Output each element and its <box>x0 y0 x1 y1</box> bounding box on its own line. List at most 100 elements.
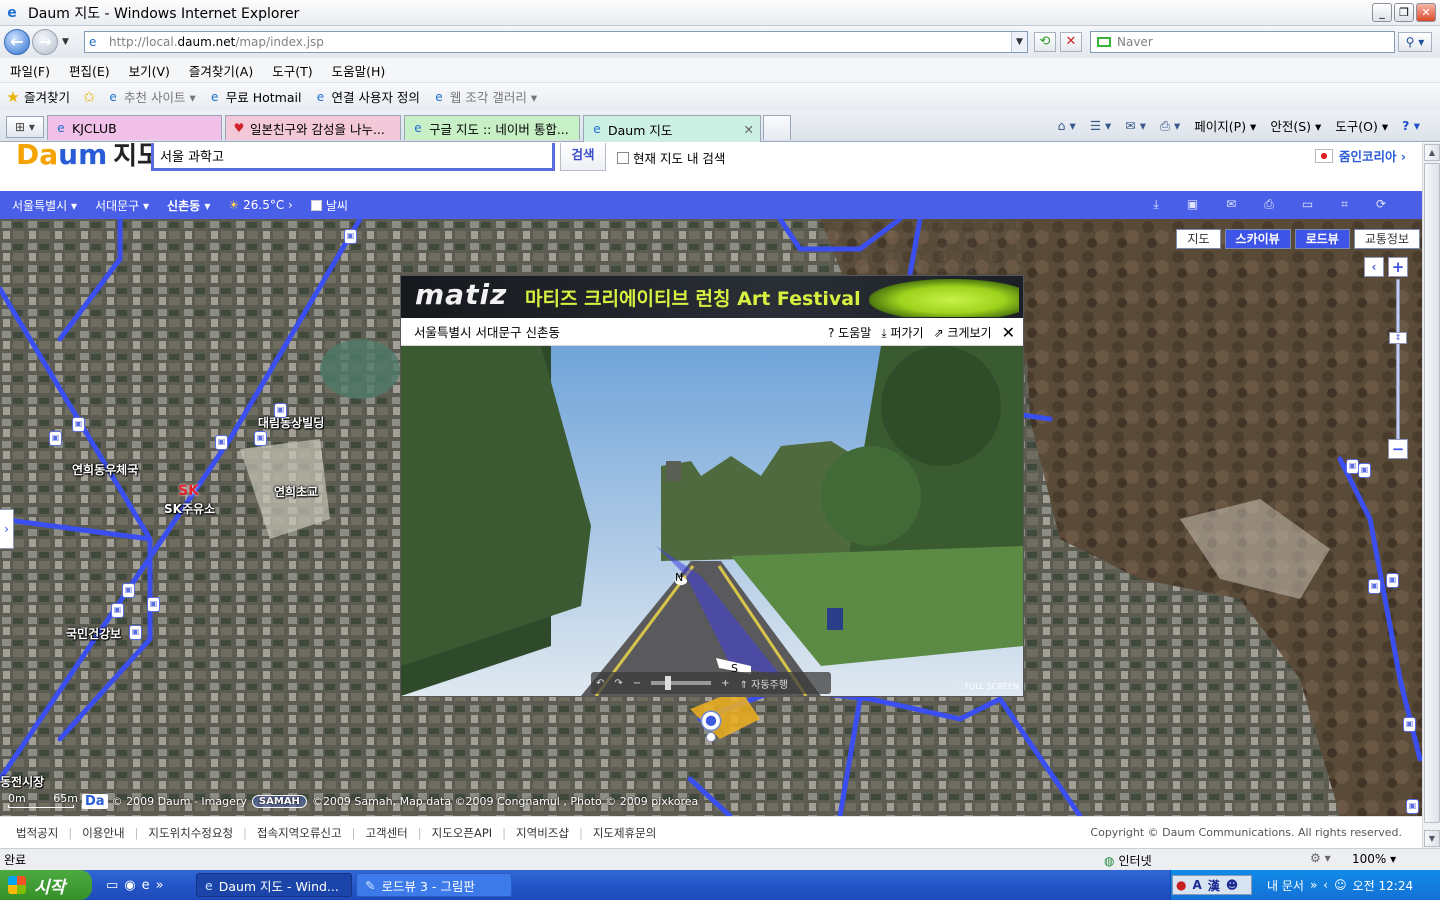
security-zone[interactable]: ◍ 인터넷 <box>1104 852 1152 869</box>
help-icon[interactable]: ? ▾ <box>1402 118 1420 133</box>
home-icon[interactable]: ⌂ ▾ <box>1058 118 1076 133</box>
bus-stop-icon[interactable]: ▣ <box>122 583 135 598</box>
bus-stop-icon[interactable]: ▣ <box>129 625 142 640</box>
bus-stop-icon[interactable]: ▣ <box>1386 573 1399 588</box>
more-icon[interactable]: » <box>156 878 164 893</box>
rotate-right-icon[interactable]: ↷ <box>614 678 622 689</box>
map-type-traffic[interactable]: 교통정보 <box>1353 229 1420 249</box>
address-dropdown-icon[interactable]: ▼ <box>1011 32 1027 52</box>
close-button[interactable]: ✕ <box>1416 3 1436 22</box>
poi-label[interactable]: 국민건강보 <box>66 625 121 642</box>
map-search-input[interactable]: 서울 과학고 <box>151 143 555 171</box>
print-icon[interactable]: ⎙ ▾ <box>1160 118 1180 134</box>
zoom-out-button[interactable]: − <box>1388 439 1408 459</box>
sk-logo-icon[interactable]: SK <box>178 483 199 499</box>
menu-help[interactable]: 도움말(H) <box>332 61 386 80</box>
tab-close-icon[interactable]: ✕ <box>744 122 754 137</box>
tab-daum-map[interactable]: e Daum 지도 ✕ <box>583 115 761 142</box>
bus-stop-icon[interactable]: ▣ <box>1368 579 1381 594</box>
ime-hanja-icon[interactable]: 漢 <box>1208 877 1220 894</box>
bus-stop-icon[interactable]: ▣ <box>147 597 160 612</box>
dong-select[interactable]: 신촌동 ▾ <box>167 197 210 214</box>
reset-icon[interactable]: ⟳ <box>1376 197 1386 212</box>
footer-link[interactable]: 지도제휴문의 <box>593 825 656 841</box>
roadview-zoom-slider[interactable] <box>651 676 712 690</box>
map-search-button[interactable]: 검색 <box>560 143 606 171</box>
map-type-skyview[interactable]: 스카이뷰 <box>1224 229 1291 249</box>
rotate-left-icon[interactable]: ↶ <box>596 678 604 689</box>
menu-view[interactable]: 보기(V) <box>129 61 170 80</box>
download-icon[interactable]: ⤓ <box>1154 197 1159 212</box>
save-icon[interactable]: ▣ <box>1187 197 1198 212</box>
fav-web-slice-gallery[interactable]: e 웹 조각 갤러리 ▾ <box>432 87 537 106</box>
fav-suggested-sites[interactable]: e 추천 사이트 ▾ <box>106 87 195 106</box>
back-button[interactable]: ← <box>4 29 30 55</box>
ie-launch-icon[interactable]: e <box>142 878 150 893</box>
tab-google-map[interactable]: e 구글 지도 :: 네이버 통합... <box>404 115 580 140</box>
media-icon[interactable]: ◉ <box>124 878 135 893</box>
tab-japanese-friend[interactable]: ♥ 일본친구와 감성을 나누... <box>225 115 401 140</box>
menu-edit[interactable]: 편집(E) <box>69 61 110 80</box>
fullscreen-button[interactable]: ⛶ FULL SCREEN <box>957 682 1019 692</box>
fav-hotmail[interactable]: e 무료 Hotmail <box>208 87 301 106</box>
poi-label[interactable]: 대림동상빌딩 <box>258 414 324 431</box>
scroll-up-icon[interactable]: ▲ <box>1424 144 1440 161</box>
roadview-position-marker[interactable] <box>697 709 725 743</box>
cmd-tools[interactable]: 도구(O) ▾ <box>1335 116 1388 135</box>
feeds-icon[interactable]: ☰ ▾ <box>1090 118 1111 133</box>
ime-mode-icon[interactable]: A <box>1192 878 1201 892</box>
weather-info[interactable]: ☀ 26.5°C › <box>228 198 292 212</box>
menu-favorites[interactable]: 즐겨찾기(A) <box>189 61 253 80</box>
zoom-level[interactable]: 100% ▾ <box>1352 852 1396 866</box>
bus-stop-icon[interactable]: ▣ <box>215 435 228 450</box>
roadview-help-link[interactable]: ? 도움말 <box>828 324 871 341</box>
quick-tabs-icon[interactable]: ⊞ ▾ <box>6 116 44 138</box>
zoom-in-icon[interactable]: + <box>721 678 729 689</box>
footer-link[interactable]: 지역비즈샵 <box>516 825 569 841</box>
district-select[interactable]: 서대문구 ▾ <box>95 197 149 214</box>
footer-link[interactable]: 접속지역오류신고 <box>257 825 342 841</box>
footer-link[interactable]: 이용안내 <box>82 825 124 841</box>
scroll-down-icon[interactable]: ▼ <box>1424 830 1440 847</box>
ruler-icon[interactable]: ▭ <box>1302 197 1313 212</box>
auto-drive-button[interactable]: ⇑ 자동주행 <box>740 676 788 691</box>
sidebar-toggle[interactable]: › <box>0 509 14 549</box>
bus-stop-icon[interactable]: ▣ <box>72 417 85 432</box>
tab-kjclub[interactable]: e KJCLUB <box>47 115 222 140</box>
bus-stop-icon[interactable]: ▣ <box>344 229 357 244</box>
roadview-share-link[interactable]: ⤓ 퍼가기 <box>881 324 923 341</box>
search-go-icon[interactable]: ⚲ ▾ <box>1398 32 1432 52</box>
poi-label[interactable]: 연희동우체국 <box>72 461 138 478</box>
city-select[interactable]: 서울특별시 ▾ <box>12 197 77 214</box>
task-daum-map[interactable]: e Daum 지도 - Wind... <box>196 873 352 897</box>
menu-file[interactable]: 파일(F) <box>10 61 50 80</box>
map-type-map[interactable]: 지도 <box>1176 229 1221 249</box>
search-input[interactable]: Naver <box>1090 31 1395 53</box>
show-desktop-icon[interactable]: ▭ <box>106 878 118 893</box>
cmd-page[interactable]: 페이지(P) ▾ <box>1194 116 1256 135</box>
footer-link[interactable]: 고객센터 <box>365 825 407 841</box>
tray-more-icon[interactable]: » <box>1310 878 1317 892</box>
restore-button[interactable]: ❐ <box>1394 3 1414 22</box>
forward-button[interactable]: → <box>32 29 58 55</box>
ime-toolbar[interactable]: ● A 漢 ☻ <box>1172 875 1252 895</box>
add-favorite-button[interactable]: ✩ <box>82 89 100 104</box>
new-tab-button[interactable] <box>763 115 791 140</box>
bus-stop-icon[interactable]: ▣ <box>1358 463 1371 478</box>
bus-stop-icon[interactable]: ▣ <box>274 403 287 418</box>
map-type-roadview[interactable]: 로드뷰 <box>1294 229 1350 249</box>
matiz-ad-banner[interactable]: matiz 마티즈 크리에이티브 런칭 Art Festival <box>401 276 1023 318</box>
poi-label[interactable]: 동전시장 <box>0 773 44 790</box>
start-button[interactable]: 시작 <box>0 870 92 900</box>
bus-stop-icon[interactable]: ▣ <box>111 603 124 618</box>
favorites-button[interactable]: ★ 즐겨찾기 <box>6 87 70 106</box>
stop-icon[interactable]: ✕ <box>1060 32 1082 52</box>
zoom-out-icon[interactable]: − <box>633 678 641 689</box>
minimize-button[interactable]: _ <box>1372 3 1392 22</box>
cmd-safety[interactable]: 안전(S) ▾ <box>1270 116 1321 135</box>
poi-label[interactable]: SK주유소 <box>164 500 215 517</box>
bus-stop-icon[interactable]: ▣ <box>1406 799 1419 814</box>
tray-my-documents[interactable]: 내 문서 <box>1267 877 1304 894</box>
area-icon[interactable]: ⌗ <box>1341 197 1348 212</box>
zoom-in-button[interactable]: + <box>1388 257 1408 277</box>
